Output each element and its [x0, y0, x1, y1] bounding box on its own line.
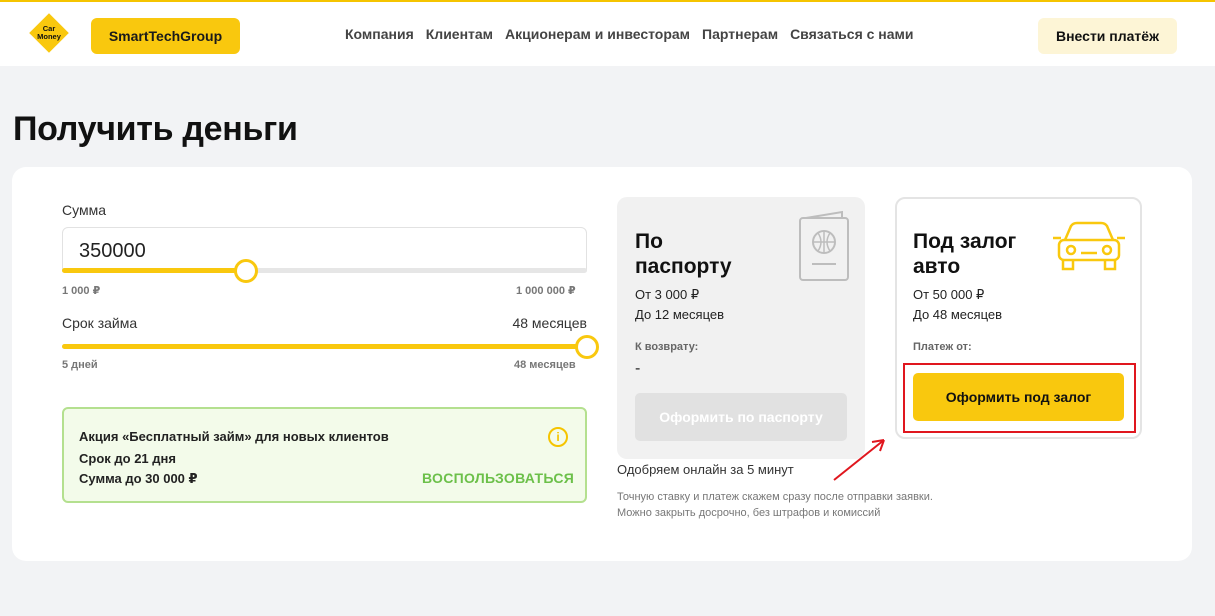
passport-option-title-2: паспорту: [635, 255, 732, 278]
note-rate: Точную ставку и платеж скажем сразу посл…: [617, 491, 933, 503]
term-slider-fill: [62, 344, 587, 349]
promo-title: Акция «Бесплатный займ» для новых клиент…: [79, 429, 389, 444]
top-header: Car Money SmartTechGroup Компания Клиент…: [0, 0, 1215, 66]
car-from: От 50 000 ₽: [913, 287, 985, 302]
note-early-close: Можно закрыть досрочно, без штрафов и ко…: [617, 507, 881, 519]
make-payment-button[interactable]: Внести платёж: [1038, 18, 1177, 54]
term-value: 48 месяцев: [512, 315, 587, 331]
car-payment-label: Платеж от:: [913, 341, 972, 353]
amount-label: Сумма: [62, 202, 106, 218]
term-max-label: 48 месяцев: [514, 359, 576, 371]
nav-item-company[interactable]: Компания: [345, 26, 414, 42]
passport-from: От 3 000 ₽: [635, 287, 700, 302]
car-option-title-1: Под залог: [913, 230, 1017, 253]
nav-item-clients[interactable]: Клиентам: [426, 26, 493, 42]
amount-value[interactable]: 350000: [79, 240, 146, 263]
annotation-arrow: [833, 439, 885, 481]
nav-item-contact[interactable]: Связаться с нами: [790, 26, 913, 42]
amount-min-label: 1 000 ₽: [62, 285, 101, 297]
approve-text: Одобряем онлайн за 5 минут: [617, 462, 794, 477]
passport-return-label: К возврату:: [635, 341, 699, 353]
main-nav: Компания Клиентам Акционерам и инвестора…: [345, 26, 926, 42]
term-label: Срок займа: [62, 315, 138, 331]
passport-option-title-1: По: [635, 230, 663, 253]
car-option-title-2: авто: [913, 255, 961, 278]
info-icon[interactable]: i: [548, 427, 568, 447]
term-min-label: 5 дней: [62, 359, 98, 371]
passport-return-value: -: [635, 360, 641, 377]
apply-passport-button[interactable]: Оформить по паспорту: [635, 393, 847, 441]
highlight-box: [903, 363, 1136, 433]
promo-use-link[interactable]: ВОСПОЛЬЗОВАТЬСЯ: [422, 470, 574, 486]
amount-slider-fill: [62, 268, 246, 273]
promo-term: Срок до 21 дня: [79, 451, 176, 466]
amount-max-label: 1 000 000 ₽: [516, 285, 576, 297]
amount-slider-handle[interactable]: [234, 259, 258, 283]
car-icon: [1053, 221, 1125, 271]
car-term: До 48 месяцев: [913, 307, 1003, 322]
svg-text:Money: Money: [37, 32, 62, 41]
passport-icon: [799, 210, 849, 281]
passport-term: До 12 месяцев: [635, 307, 725, 322]
nav-item-partners[interactable]: Партнерам: [702, 26, 778, 42]
term-slider-handle[interactable]: [575, 335, 599, 359]
nav-item-investors[interactable]: Акционерам и инвесторам: [505, 26, 690, 42]
promo-amount: Сумма до 30 000 ₽: [79, 471, 198, 486]
page-title: Получить деньги: [13, 110, 298, 148]
smarttechgroup-button[interactable]: SmartTechGroup: [91, 18, 240, 54]
carmoney-logo[interactable]: Car Money: [26, 10, 72, 56]
